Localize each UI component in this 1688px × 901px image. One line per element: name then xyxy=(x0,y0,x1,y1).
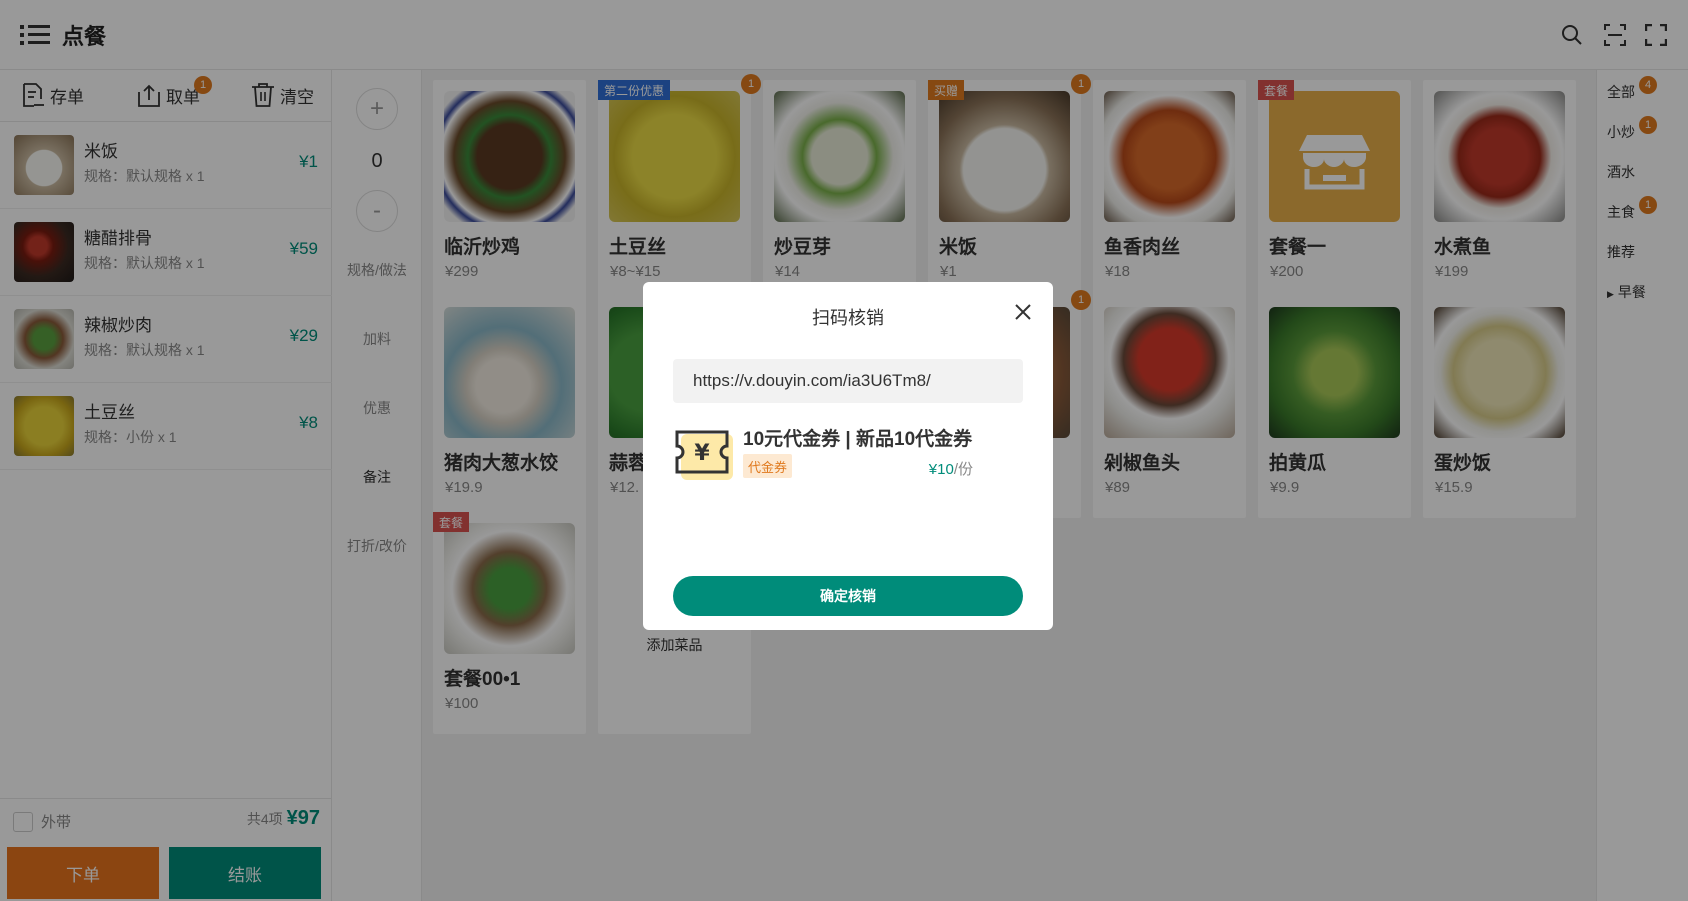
confirm-redeem-button[interactable]: 确定核销 xyxy=(673,576,1023,616)
coupon-price-unit: /份 xyxy=(953,461,973,478)
svg-text:¥: ¥ xyxy=(694,441,710,466)
voucher-icon: ¥ xyxy=(675,430,733,480)
close-icon[interactable] xyxy=(1013,302,1033,322)
coupon-type-tag: 代金券 xyxy=(743,454,793,478)
dialog-title: 扫码核销 xyxy=(812,308,884,328)
coupon-item: ¥ 10元代金券 | 新品10代金券 代金券 ¥10/份 xyxy=(673,420,1023,490)
coupon-name: 10元代金券 | 新品10代金券 xyxy=(743,429,973,450)
coupon-url-input[interactable] xyxy=(673,359,1023,403)
coupon-price: ¥10/份 xyxy=(929,458,973,479)
scan-redeem-dialog: 扫码核销 ¥ 10元代金券 | 新品10代金券 代金券 ¥10/份 确定核销 xyxy=(643,282,1053,630)
coupon-price-value: ¥10 xyxy=(928,461,954,478)
